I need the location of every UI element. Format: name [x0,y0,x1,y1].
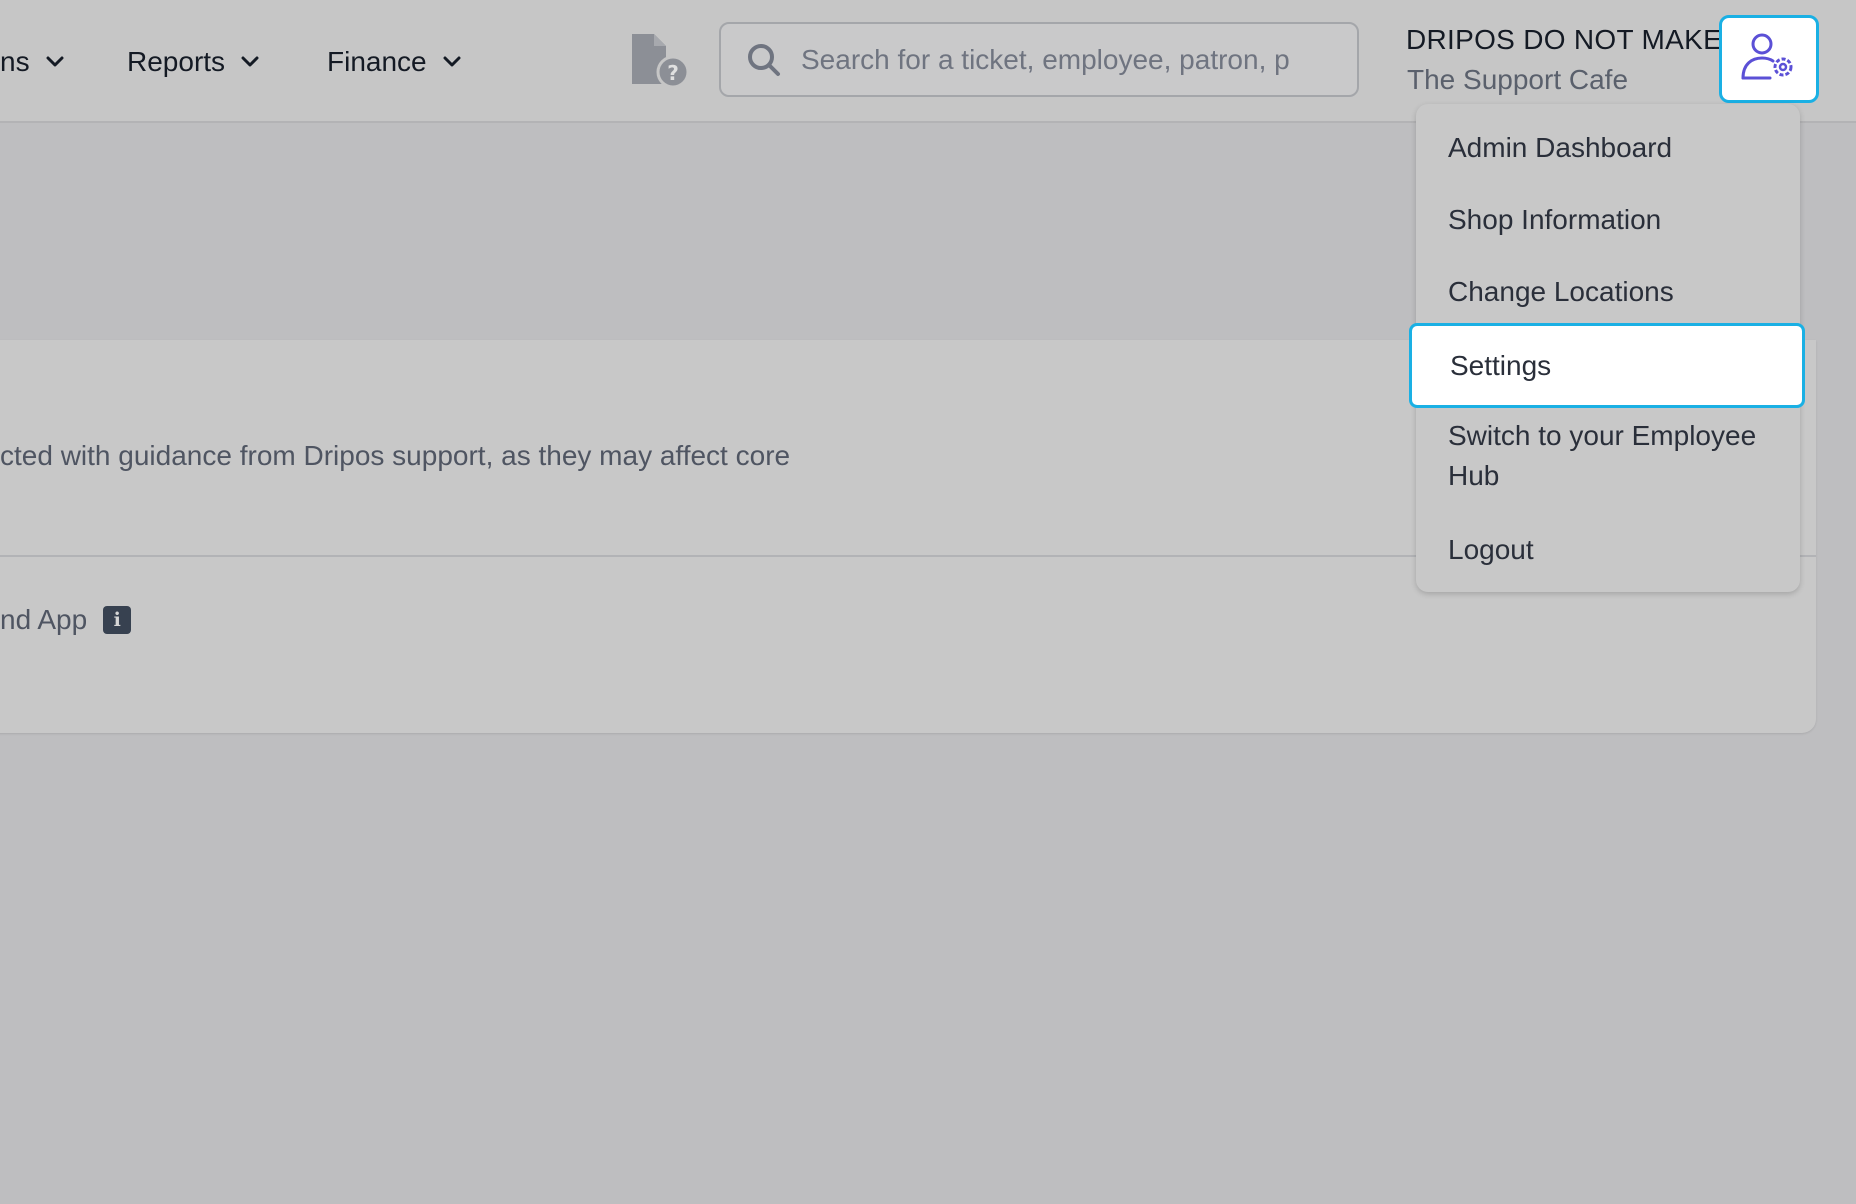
svg-text:?: ? [667,61,679,85]
chevron-down-icon [46,56,64,68]
menu-item-switch-employee-hub[interactable]: Switch to your Employee Hub [1416,416,1800,496]
search-field[interactable] [719,22,1359,97]
nav-operations-label: ns [0,46,30,77]
menu-item-settings[interactable]: Settings [1409,323,1805,408]
card-description: cted with guidance from Dripos support, … [0,440,791,471]
setting-row: nd App i [0,604,132,636]
chevron-down-icon [443,56,461,68]
user-gear-icon [1740,32,1798,87]
menu-item-shop-information[interactable]: Shop Information [1416,200,1800,240]
nav-finance-label: Finance [327,46,427,77]
search-input[interactable] [799,42,1323,77]
search-icon [747,43,781,77]
nav-reports-menu[interactable]: Reports [127,40,259,84]
menu-item-change-locations[interactable]: Change Locations [1416,272,1800,312]
nav-reports-label: Reports [127,46,226,77]
info-icon[interactable]: i [103,606,132,634]
menu-item-logout[interactable]: Logout [1416,530,1800,570]
setting-label: nd App [0,604,88,635]
shop-name: The Support Cafe [1407,64,1629,95]
chevron-down-icon [241,56,259,68]
account-name: DRIPOS DO NOT MAKE [1406,24,1723,55]
account-menu-button[interactable] [1719,15,1819,103]
document-question-icon[interactable]: ? [628,32,690,90]
nav-operations-menu[interactable]: ns [0,40,64,84]
menu-item-admin-dashboard[interactable]: Admin Dashboard [1416,128,1800,168]
nav-finance-menu[interactable]: Finance [327,40,461,84]
